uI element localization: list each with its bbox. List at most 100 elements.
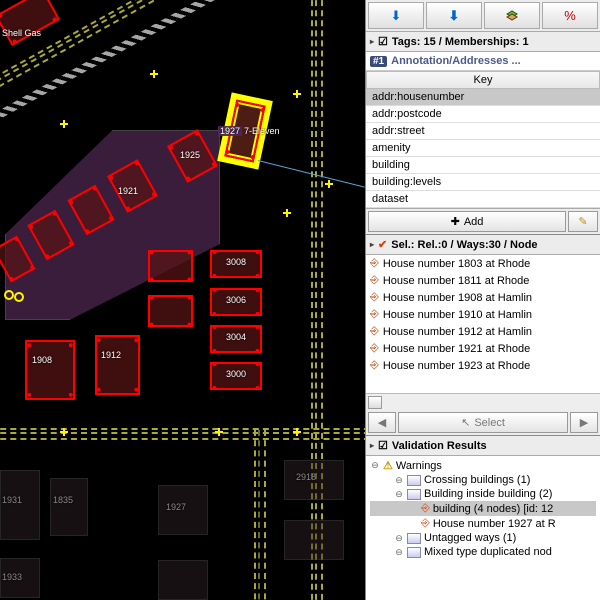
cursor-icon: ↖ [461,416,470,429]
validation-title-text: Validation Results [392,440,487,452]
way-icon: ⎆ [370,342,379,355]
tree-row-label: Untagged ways (1) [424,532,516,544]
building-dim-4[interactable] [284,460,344,500]
selection-item-label: House number 1803 at Rhode [383,258,530,270]
tree-row-label: building (4 nodes) [id: 12 [433,503,553,515]
tree-row[interactable]: ⎆House number 1927 at R [370,516,596,531]
tag-row[interactable]: addr:postcode [366,106,600,123]
tags-table[interactable]: addr:housenumberaddr:postcodeaddr:street… [366,89,600,208]
select-button[interactable]: ↖ Select [398,412,568,433]
tag-row[interactable]: building [366,157,600,174]
tag-row[interactable]: addr:housenumber [366,89,600,106]
building-dim-6[interactable] [158,560,208,600]
tree-row[interactable]: ⊖Building inside building (2) [370,487,596,501]
building-7-eleven-selected[interactable] [224,100,265,163]
tree-twisty-icon[interactable]: ⊖ [370,460,380,471]
toolbar-btn-1[interactable]: ⬇ [368,2,424,29]
road-vertical [315,0,317,600]
way-icon: ⎆ [370,257,379,270]
node-circle[interactable] [14,292,24,302]
road-vertical-2 [258,430,260,600]
top-toolbar: ⬇ ⬇ % [366,0,600,32]
way-icon: ✔ [378,238,387,251]
tags-panel-title[interactable]: ▸ ☑ Tags: 15 / Memberships: 1 [366,32,600,52]
tag-row[interactable]: building:levels [366,174,600,191]
tag-row[interactable]: addr:street [366,123,600,140]
building-d[interactable] [148,250,193,282]
folder-icon [407,489,421,500]
selection-hscrollbar[interactable] [366,393,600,410]
toolbar-btn-2[interactable]: ⬇ [426,2,482,29]
validation-tree[interactable]: ⊖ ⚠ Warnings ⊖Crossing buildings (1)⊖Bui… [366,456,600,600]
selection-item[interactable]: ⎆ House number 1923 at Rhode [366,357,600,374]
collapse-icon: ▸ [370,441,374,450]
node-marker[interactable] [325,180,333,188]
pin-icon: ☑ [378,35,388,48]
node-marker[interactable] [283,209,291,217]
way-icon: ⎆ [370,274,379,287]
select-prev-button[interactable]: ◀ [368,412,396,433]
node-circle[interactable] [4,290,14,300]
tree-twisty-icon[interactable]: ⊖ [394,547,404,558]
building-dim-1[interactable] [0,470,40,540]
selection-item-label: House number 1921 at Rhode [383,343,530,355]
add-tag-button[interactable]: ✚Add [368,211,566,232]
collapse-icon: ▸ [370,240,374,249]
tree-twisty-icon[interactable]: ⊖ [394,475,404,486]
selection-item[interactable]: ⎆ House number 1803 at Rhode [366,255,600,272]
tags-title-text: Tags: 15 / Memberships: 1 [392,36,529,48]
key-column-header[interactable]: Key [366,71,600,89]
building-3000[interactable] [210,362,262,390]
validation-panel-title[interactable]: ▸ ☑ Validation Results [366,436,600,456]
building-e[interactable] [148,295,193,327]
warning-icon: ⚠ [383,459,393,472]
node-marker[interactable] [60,120,68,128]
building-1912[interactable] [95,335,140,395]
building-1908[interactable] [25,340,75,400]
node-marker[interactable] [293,90,301,98]
tag-row[interactable]: dataset [366,191,600,208]
way-icon: ⎆ [370,291,379,304]
building-dim-5[interactable] [0,558,40,598]
tree-twisty-icon[interactable]: ⊖ [394,489,404,500]
tree-row-label: Mixed type duplicated nod [424,546,552,558]
edit-tag-button[interactable]: ✎ [568,211,598,232]
selection-item[interactable]: ⎆House number 1908 at Hamlin [366,289,600,306]
tree-row[interactable]: ⎆building (4 nodes) [id: 12 [370,501,596,516]
selection-list[interactable]: ⎆House number 1803 at Rhode⎆House number… [366,255,600,393]
tree-row[interactable]: ⊖ Mixed type duplicated nod [370,545,596,559]
way-icon: ⎆ [421,517,430,530]
select-label: Select [474,417,505,429]
tree-row[interactable]: ⊖ Untagged ways (1) [370,531,596,545]
tree-twisty-icon[interactable]: ⊖ [394,533,404,544]
toolbar-btn-layers[interactable] [484,2,540,29]
building-3004[interactable] [210,325,262,353]
tag-row[interactable]: amenity [366,140,600,157]
selection-item[interactable]: ⎆House number 1910 at Hamlin [366,306,600,323]
building-3008[interactable] [210,250,262,278]
selection-item[interactable]: ⎆House number 1912 at Hamlin [366,323,600,340]
tree-warnings-root[interactable]: ⊖ ⚠ Warnings [370,458,596,473]
building-3006[interactable] [210,288,262,316]
scrollbar-thumb[interactable] [368,396,382,409]
building-dim-2[interactable] [50,478,88,536]
selection-item-label: House number 1923 at Rhode [383,360,530,372]
toolbar-btn-percent[interactable]: % [542,2,598,29]
tree-row[interactable]: ⊖Crossing buildings (1) [370,473,596,487]
warnings-label: Warnings [396,460,442,472]
building-dim-7[interactable] [284,520,344,560]
building-shell-gas[interactable] [0,0,60,46]
preset-label: Annotation/Addresses ... [391,55,521,67]
building-dim-3[interactable] [158,485,208,535]
select-next-button[interactable]: ▶ [570,412,598,433]
way-icon: ⎆ [370,308,379,321]
node-marker[interactable] [150,70,158,78]
selection-item[interactable]: ⎆ House number 1921 at Rhode [366,340,600,357]
way-icon: ⎆ [370,359,379,372]
add-label: Add [464,216,484,228]
selection-item[interactable]: ⎆House number 1811 at Rhode [366,272,600,289]
selection-panel-title[interactable]: ▸ ✔ Sel.: Rel.:0 / Ways:30 / Node [366,235,600,255]
tags-button-row: ✚Add ✎ [366,208,600,235]
preset-row[interactable]: #1 Annotation/Addresses ... [366,52,600,71]
map-canvas[interactable]: Shell Gas 1927 7-Eleven 1925 1921 1912 1… [0,0,365,600]
